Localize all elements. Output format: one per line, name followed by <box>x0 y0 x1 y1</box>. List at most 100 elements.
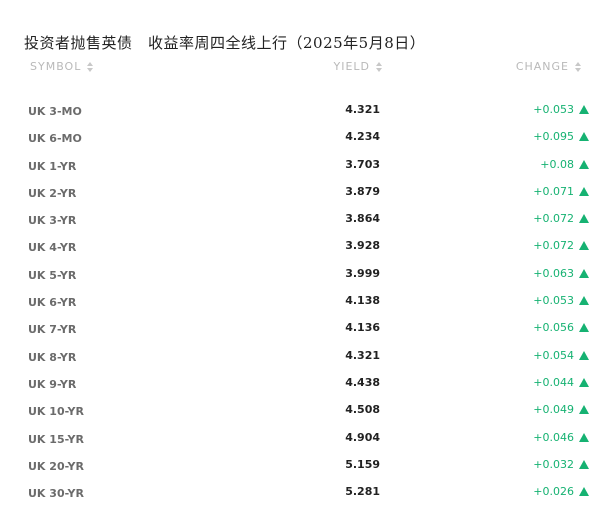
up-arrow-icon <box>579 405 589 415</box>
table-row[interactable]: UK 2-YR 3.879 +0.071 <box>27 182 589 209</box>
up-arrow-icon <box>579 487 589 497</box>
yield-cell: 3.864 <box>345 212 380 226</box>
sort-icon[interactable] <box>575 61 581 72</box>
table-header: SYMBOL YIELD CHANGE <box>27 60 589 78</box>
column-header-change-label: CHANGE <box>515 60 569 73</box>
change-cell: +0.08 <box>540 158 589 171</box>
up-arrow-icon <box>579 214 589 224</box>
symbol-cell[interactable]: UK 5-YR <box>28 269 76 282</box>
change-cell: +0.053 <box>533 294 589 307</box>
symbol-cell[interactable]: UK 3-YR <box>28 214 76 227</box>
symbol-cell[interactable]: UK 6-YR <box>28 296 76 309</box>
yield-cell: 4.138 <box>345 294 380 308</box>
table-row[interactable]: UK 9-YR 4.438 +0.044 <box>27 373 589 400</box>
up-arrow-icon <box>579 296 589 306</box>
symbol-cell[interactable]: UK 20-YR <box>28 460 84 473</box>
symbol-cell[interactable]: UK 3-MO <box>28 105 82 118</box>
change-value: +0.095 <box>533 130 574 144</box>
change-value: +0.026 <box>533 485 574 499</box>
up-arrow-icon <box>579 132 589 142</box>
sort-icon[interactable] <box>87 61 94 72</box>
yield-cell: 3.703 <box>345 157 380 171</box>
up-arrow-icon <box>579 159 589 169</box>
table-row[interactable]: UK 8-YR 4.321 +0.054 <box>27 346 589 373</box>
table-row[interactable]: UK 4-YR 3.928 +0.072 <box>27 236 589 263</box>
change-cell: +0.032 <box>533 458 589 471</box>
change-value: +0.053 <box>533 103 574 116</box>
change-value: +0.071 <box>533 184 574 198</box>
yield-cell: 4.321 <box>345 103 380 116</box>
change-cell: +0.071 <box>533 185 589 198</box>
up-arrow-icon <box>579 350 589 360</box>
table-row[interactable]: UK 3-YR 3.864 +0.072 <box>27 209 589 236</box>
change-value: +0.063 <box>533 266 574 280</box>
table-row[interactable]: UK 1-YR 3.703 +0.08 <box>27 155 589 182</box>
table-row[interactable]: UK 3-MO 4.321 +0.053 <box>27 100 589 127</box>
table-row[interactable]: UK 5-YR 3.999 +0.063 <box>27 264 589 291</box>
symbol-cell[interactable]: UK 8-YR <box>28 351 76 364</box>
symbol-cell[interactable]: UK 9-YR <box>28 378 76 391</box>
yield-cell: 5.159 <box>345 457 380 471</box>
column-header-symbol-label: SYMBOL <box>30 60 82 73</box>
yield-cell: 4.234 <box>345 130 380 144</box>
symbol-cell[interactable]: UK 10-YR <box>28 405 84 418</box>
page-headline: 投资者抛售英债 收益率周四全线上行（2025年5月8日） <box>24 34 426 52</box>
change-value: +0.054 <box>533 348 574 362</box>
change-cell: +0.063 <box>533 267 589 280</box>
yield-cell: 4.438 <box>345 375 380 389</box>
change-cell: +0.049 <box>533 403 589 416</box>
symbol-cell[interactable]: UK 15-YR <box>28 433 84 446</box>
up-arrow-icon <box>579 268 589 278</box>
symbol-cell[interactable]: UK 1-YR <box>28 160 76 173</box>
symbol-cell[interactable]: UK 4-YR <box>28 241 76 254</box>
change-value: +0.044 <box>533 375 574 389</box>
table-row[interactable]: UK 6-YR 4.138 +0.053 <box>27 291 589 318</box>
up-arrow-icon <box>579 241 589 251</box>
table-row[interactable]: UK 30-YR 5.281 +0.026 <box>27 482 589 509</box>
table-row[interactable]: UK 6-MO 4.234 +0.095 <box>27 127 589 154</box>
yield-cell: 5.281 <box>345 485 380 499</box>
change-value: +0.053 <box>533 294 574 308</box>
symbol-cell[interactable]: UK 6-MO <box>28 132 82 145</box>
up-arrow-icon <box>579 323 589 333</box>
change-value: +0.046 <box>533 430 574 444</box>
table-row[interactable]: UK 7-YR 4.136 +0.056 <box>27 318 589 345</box>
table-body: UK 3-MO 4.321 +0.053 UK 6-MO 4.234 +0.09… <box>27 100 589 509</box>
change-value: +0.049 <box>533 403 574 417</box>
change-value: +0.072 <box>533 212 574 226</box>
symbol-cell[interactable]: UK 7-YR <box>28 323 76 336</box>
change-cell: +0.044 <box>533 376 589 389</box>
yield-cell: 3.999 <box>345 266 380 280</box>
table-row[interactable]: UK 20-YR 5.159 +0.032 <box>27 455 589 482</box>
change-value: +0.08 <box>540 157 574 171</box>
yield-cell: 4.321 <box>345 348 380 362</box>
change-cell: +0.053 <box>533 103 589 116</box>
column-header-change[interactable]: CHANGE <box>516 60 581 73</box>
column-header-yield-label: YIELD <box>333 60 370 73</box>
change-cell: +0.056 <box>533 321 589 334</box>
change-value: +0.032 <box>533 457 574 471</box>
change-value: +0.056 <box>533 321 574 335</box>
column-header-yield[interactable]: YIELD <box>333 60 382 73</box>
sort-icon[interactable] <box>376 61 382 72</box>
table-row[interactable]: UK 10-YR 4.508 +0.049 <box>27 400 589 427</box>
symbol-cell[interactable]: UK 30-YR <box>28 487 84 500</box>
change-cell: +0.046 <box>533 431 589 444</box>
up-arrow-icon <box>579 105 589 114</box>
change-cell: +0.095 <box>533 130 589 143</box>
change-cell: +0.072 <box>533 239 589 252</box>
symbol-cell[interactable]: UK 2-YR <box>28 187 76 200</box>
yield-cell: 3.928 <box>345 239 380 253</box>
up-arrow-icon <box>579 377 589 387</box>
up-arrow-icon <box>579 459 589 469</box>
yield-cell: 3.879 <box>345 184 380 198</box>
change-cell: +0.072 <box>533 212 589 225</box>
column-header-symbol[interactable]: SYMBOL <box>30 60 94 73</box>
change-cell: +0.054 <box>533 349 589 362</box>
yield-cell: 4.508 <box>345 403 380 417</box>
yield-cell: 4.904 <box>345 430 380 444</box>
change-value: +0.072 <box>533 239 574 253</box>
up-arrow-icon <box>579 432 589 442</box>
change-cell: +0.026 <box>533 485 589 498</box>
table-row[interactable]: UK 15-YR 4.904 +0.046 <box>27 428 589 455</box>
